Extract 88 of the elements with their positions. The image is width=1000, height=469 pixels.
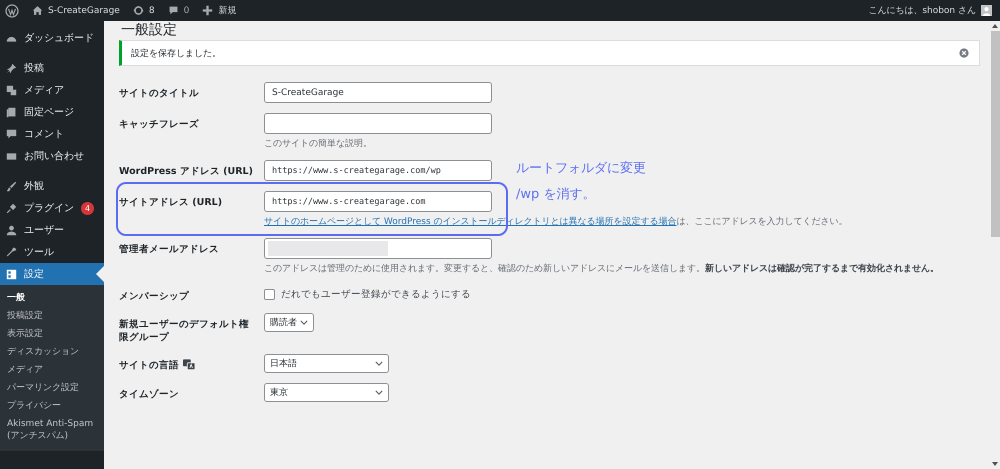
menu-item[interactable]: ツール	[0, 241, 104, 263]
bubble-icon	[6, 128, 17, 140]
menu-label: ユーザー	[24, 224, 64, 237]
menu-item[interactable]: 設定	[0, 263, 104, 285]
menu-label: 投稿	[24, 62, 44, 75]
notice-text: 設定を保存しました。	[131, 48, 221, 60]
plug-icon	[6, 202, 17, 214]
field-label: キャッチフレーズ	[119, 118, 200, 132]
menu-item[interactable]: メディア	[0, 79, 104, 101]
menu-item[interactable]: 固定ページ	[0, 101, 104, 123]
checkbox[interactable]	[264, 289, 275, 300]
comments-link[interactable]: 0	[168, 5, 190, 16]
field-label: WordPress アドレス (URL)	[119, 165, 254, 179]
checkbox-label: だれでもユーザー登録ができるようにする	[281, 288, 471, 301]
text-field[interactable]	[264, 113, 492, 134]
site-name: S-CreateGarage	[48, 6, 120, 16]
submenu-item[interactable]: ディスカッション	[0, 343, 104, 361]
field-label: タイムゾーン	[119, 388, 180, 402]
logo-icon[interactable]	[5, 4, 19, 18]
submenu-item[interactable]: 一般	[0, 289, 104, 307]
comment-icon	[168, 5, 179, 16]
text-field[interactable]: https://www.s-creategarage.com	[264, 191, 492, 212]
menu-item[interactable]: 投稿	[0, 57, 104, 79]
scrollbar[interactable]	[990, 21, 1000, 469]
field-description: このサイトの簡単な説明。	[264, 138, 373, 150]
plus-icon	[202, 5, 214, 16]
field-label: 管理者メールアドレス	[119, 243, 220, 257]
field-description: このアドレスは管理のために使用されます。変更すると、確認のため新しいアドレスにメールを送信します。新しいアドレスは確認が完了するまで有効化されません。	[264, 262, 940, 275]
greeting: こんにちは、shobon さん	[868, 5, 976, 17]
submenu-item[interactable]: パーマリンク設定	[0, 379, 104, 397]
submenu-item[interactable]: 投稿設定	[0, 307, 104, 325]
scroll-thumb[interactable]	[990, 31, 1000, 237]
chevron-icon	[375, 361, 383, 366]
menu-label: 外観	[24, 180, 44, 193]
text-field[interactable]: https://www.s-creategarage.com/wp	[264, 160, 492, 181]
brush-icon	[6, 180, 17, 192]
menu-label: お問い合わせ	[24, 150, 84, 163]
wrench-icon	[6, 246, 17, 258]
chevron-icon	[375, 390, 383, 395]
home-icon	[32, 5, 43, 16]
menu-label: コメント	[24, 128, 64, 141]
menu-label: 設定	[24, 268, 44, 281]
pages-icon	[6, 106, 17, 118]
menu-label: プラグイン	[24, 202, 74, 215]
page-title: 一般設定	[120, 21, 178, 39]
new-label: 新規	[218, 4, 236, 17]
updates-link[interactable]: 8	[132, 5, 155, 16]
dropdown[interactable]: 購読者	[264, 313, 314, 332]
dropdown[interactable]: 東京	[264, 383, 389, 402]
close-icon[interactable]	[959, 48, 969, 58]
scroll-up-icon[interactable]	[992, 24, 998, 28]
text-field[interactable]: S-CreateGarage	[264, 82, 492, 103]
menu-item[interactable]: お問い合わせ	[0, 145, 104, 167]
submenu-item[interactable]: 表示設定	[0, 325, 104, 343]
menu-label: ツール	[24, 246, 54, 259]
menu-label: メディア	[24, 84, 64, 97]
user-icon	[6, 224, 17, 236]
scroll-down-icon[interactable]	[992, 462, 998, 466]
comment-count: 0	[184, 6, 190, 16]
refresh-icon	[132, 5, 144, 16]
update-badge: 4	[81, 202, 94, 214]
menu-item[interactable]: 外観	[0, 175, 104, 197]
email-field[interactable]	[264, 238, 492, 259]
annotation-note: ルートフォルダに変更 /wp を消す。	[516, 160, 646, 204]
avatar-icon	[981, 5, 992, 16]
field-label: サイトアドレス (URL)	[119, 196, 224, 210]
menu-item[interactable]: コメント	[0, 123, 104, 145]
submenu-item[interactable]: プライバシー	[0, 397, 104, 415]
site-link[interactable]: S-CreateGarage	[32, 5, 120, 16]
submenu-item[interactable]: Akismet Anti-Spam (アンチスパム)	[0, 415, 104, 445]
dropdown[interactable]: 日本語	[264, 354, 389, 373]
pointer-icon	[96, 266, 104, 282]
account-link[interactable]: こんにちは、shobon さん	[868, 4, 992, 17]
field-label: メンバーシップ	[119, 290, 190, 303]
field-label: サイトの言語	[119, 354, 264, 373]
field-label: 新規ユーザーのデフォルト権限グループ	[119, 318, 250, 344]
menu-item[interactable]: ダッシュボード	[0, 27, 104, 49]
menu-label: 固定ページ	[24, 106, 74, 119]
update-count: 8	[148, 6, 155, 16]
menu-label: ダッシュボード	[24, 32, 94, 45]
new-link[interactable]: 新規	[202, 4, 236, 17]
menu-item[interactable]: プラグイン 4	[0, 197, 104, 219]
submenu-item[interactable]: メディア	[0, 361, 104, 379]
settings-icon	[6, 268, 17, 280]
field-label: サイトのタイトル	[119, 87, 200, 101]
chevron-icon	[300, 320, 308, 325]
pin-icon	[6, 62, 17, 74]
menu-item[interactable]: ユーザー	[0, 219, 104, 241]
